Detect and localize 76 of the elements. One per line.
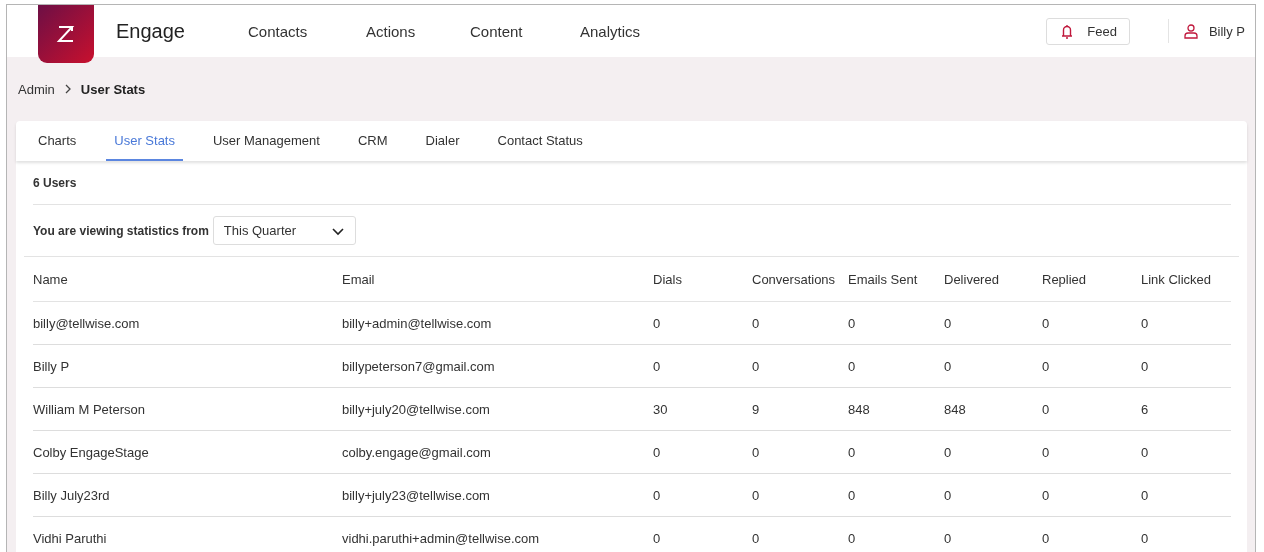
table-cell: 0 xyxy=(752,345,848,388)
table-cell: billy@tellwise.com xyxy=(33,302,342,345)
column-header: Conversations xyxy=(752,257,848,302)
app-logo[interactable] xyxy=(38,5,94,63)
column-header: Emails Sent xyxy=(848,257,944,302)
table-cell: 0 xyxy=(1042,345,1141,388)
table-cell: Colby EngageStage xyxy=(33,431,342,474)
table-cell: 0 xyxy=(653,302,752,345)
tab[interactable]: Dialer xyxy=(417,121,468,161)
table-cell: 0 xyxy=(848,474,944,517)
table-cell: 0 xyxy=(944,474,1042,517)
table-cell: William M Peterson xyxy=(33,388,342,431)
table-cell: 0 xyxy=(1042,431,1141,474)
table-cell: 0 xyxy=(752,431,848,474)
breadcrumb-link[interactable]: Admin xyxy=(18,81,55,97)
table-cell: 0 xyxy=(653,345,752,388)
breadcrumb-current: User Stats xyxy=(80,81,146,97)
period-dropdown[interactable]: This Quarter xyxy=(212,216,356,245)
table-cell: billy+july20@tellwise.com xyxy=(342,388,653,431)
table-cell: 0 xyxy=(848,431,944,474)
table-cell: 0 xyxy=(1141,431,1231,474)
column-header: Link Clicked xyxy=(1141,257,1231,302)
table-cell: 0 xyxy=(752,302,848,345)
app-name: Engage xyxy=(116,19,186,43)
table-cell: 0 xyxy=(944,302,1042,345)
column-header: Dials xyxy=(653,257,752,302)
feed-button[interactable]: Feed xyxy=(1046,17,1130,45)
table-cell: billy+admin@tellwise.com xyxy=(342,302,653,345)
table-cell: colby.engage@gmail.com xyxy=(342,431,653,474)
table-cell: billypeterson7@gmail.com xyxy=(342,345,653,388)
table-cell: 0 xyxy=(752,474,848,517)
table-cell: 0 xyxy=(1042,474,1141,517)
table-cell: 30 xyxy=(653,388,752,431)
table-cell: 0 xyxy=(848,302,944,345)
tab[interactable]: User Management xyxy=(205,121,328,161)
column-header: Replied xyxy=(1042,257,1141,302)
table-cell: 0 xyxy=(848,345,944,388)
table-cell: 0 xyxy=(1042,517,1141,552)
user-icon xyxy=(1182,23,1199,39)
period-label: You are viewing statistics from xyxy=(33,223,209,238)
table-cell: 0 xyxy=(653,431,752,474)
column-header: Name xyxy=(33,257,342,302)
table-cell: 0 xyxy=(944,345,1042,388)
table-cell: billy+july23@tellwise.com xyxy=(342,474,653,517)
tab[interactable]: Contact Status xyxy=(489,121,591,161)
table-cell: 0 xyxy=(944,517,1042,552)
nav-link[interactable]: Content xyxy=(470,22,580,40)
table-cell: 0 xyxy=(1141,345,1231,388)
table-cell: 0 xyxy=(944,431,1042,474)
table-cell: 848 xyxy=(848,388,944,431)
column-header: Delivered xyxy=(944,257,1042,302)
nav-link[interactable]: Actions xyxy=(366,22,470,40)
table-cell: 848 xyxy=(944,388,1042,431)
tab[interactable]: CRM xyxy=(349,121,396,161)
table-cell: 0 xyxy=(752,517,848,552)
user-count: 6 Users xyxy=(33,161,1231,205)
table-cell: 9 xyxy=(752,388,848,431)
table-cell: 0 xyxy=(848,517,944,552)
table-cell: Vidhi Paruthi xyxy=(33,517,342,552)
table-cell: 0 xyxy=(1141,474,1231,517)
nav-link[interactable]: Analytics xyxy=(580,22,680,40)
column-header: Email xyxy=(342,257,653,302)
z-logo-icon xyxy=(55,24,77,44)
table-cell: Billy July23rd xyxy=(33,474,342,517)
nav-link[interactable]: Contacts xyxy=(248,22,366,40)
table-cell: 0 xyxy=(1042,388,1141,431)
table-cell: 0 xyxy=(1042,302,1141,345)
tab[interactable]: Charts xyxy=(30,121,85,161)
table-cell: 0 xyxy=(1141,302,1231,345)
table-cell: vidhi.paruthi+admin@tellwise.com xyxy=(342,517,653,552)
table-cell: Billy P xyxy=(33,345,342,388)
table-cell: 6 xyxy=(1141,388,1231,431)
table-cell: 0 xyxy=(1141,517,1231,552)
table-cell: 0 xyxy=(653,474,752,517)
user-name[interactable]: Billy P xyxy=(1208,23,1245,39)
table-cell: 0 xyxy=(653,517,752,552)
